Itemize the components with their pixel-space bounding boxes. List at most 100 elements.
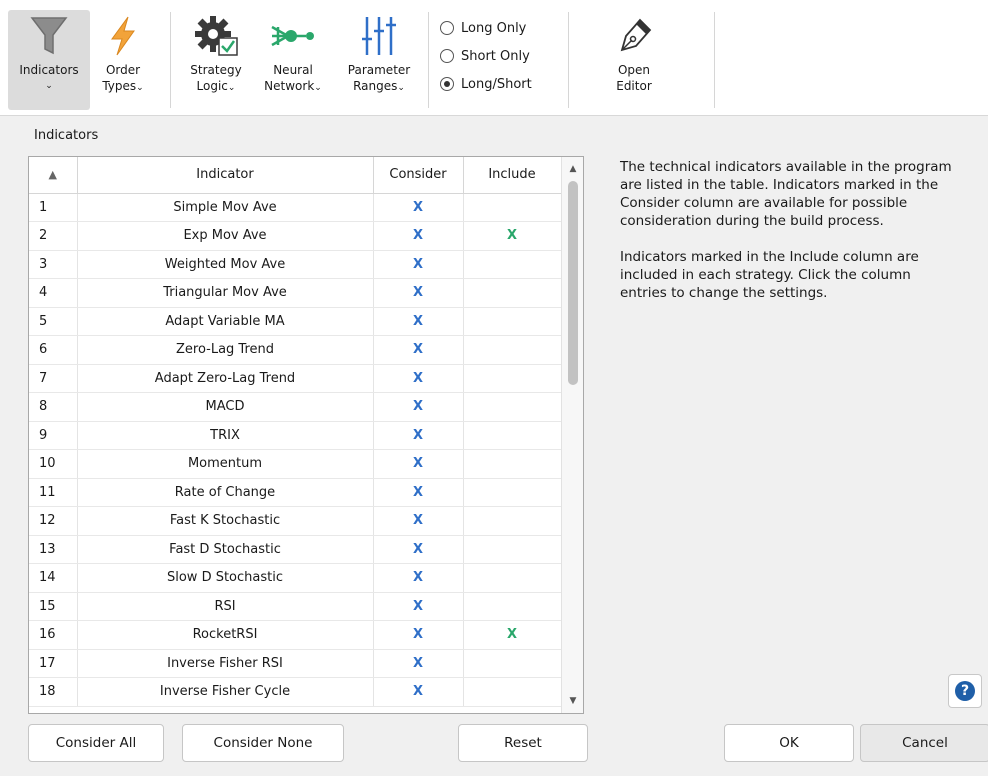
row-consider-cell[interactable]: X — [373, 335, 464, 365]
order-types-label-2: Types — [102, 79, 137, 93]
table-row[interactable]: 18 Inverse Fisher Cycle X — [29, 677, 562, 707]
scroll-down-arrow-icon[interactable]: ▼ — [562, 691, 583, 711]
row-consider-cell[interactable]: X — [373, 307, 464, 336]
row-include-cell[interactable] — [463, 278, 562, 308]
row-number: 2 — [29, 221, 78, 251]
row-include-cell[interactable] — [463, 307, 562, 336]
row-consider-cell[interactable]: X — [373, 221, 464, 251]
row-number: 17 — [29, 649, 78, 678]
table-row[interactable]: 10 Momentum X — [29, 449, 562, 479]
table-row[interactable]: 5 Adapt Variable MA X — [29, 307, 562, 336]
row-consider-cell[interactable]: X — [373, 364, 464, 393]
row-number: 5 — [29, 307, 78, 336]
radio-long-only[interactable]: Long Only — [440, 14, 532, 42]
row-include-cell[interactable] — [463, 250, 562, 279]
row-include-cell[interactable] — [463, 506, 562, 536]
radio-circle-icon[interactable] — [440, 49, 454, 63]
table-row[interactable]: 6 Zero-Lag Trend X — [29, 335, 562, 365]
table-row[interactable]: 1 Simple Mov Ave X — [29, 193, 562, 222]
radio-circle-icon[interactable] — [440, 21, 454, 35]
radio-short-only[interactable]: Short Only — [440, 42, 532, 70]
row-include-cell[interactable] — [463, 364, 562, 393]
sort-ascending-icon: ▲ — [48, 168, 57, 182]
consider-none-button[interactable]: Consider None — [182, 724, 344, 762]
row-consider-cell[interactable]: X — [373, 449, 464, 479]
table-header-row: ▲ Indicator Consider Include — [29, 157, 562, 194]
row-consider-cell[interactable]: X — [373, 535, 464, 564]
strategy-logic-button[interactable]: Strategy Logic⌄ — [180, 10, 252, 110]
open-editor-label-2: Editor — [616, 79, 652, 93]
table-row[interactable]: 13 Fast D Stochastic X — [29, 535, 562, 564]
row-consider-cell[interactable]: X — [373, 392, 464, 422]
table-row[interactable]: 4 Triangular Mov Ave X — [29, 278, 562, 308]
open-editor-label-1: Open — [617, 63, 651, 77]
row-include-cell[interactable] — [463, 563, 562, 593]
column-header-consider[interactable]: Consider — [373, 157, 464, 194]
cancel-button[interactable]: Cancel — [860, 724, 988, 762]
row-include-cell[interactable]: X — [463, 221, 562, 251]
row-number: 18 — [29, 677, 78, 707]
row-include-cell[interactable] — [463, 592, 562, 621]
radio-long-short[interactable]: Long/Short — [440, 70, 532, 98]
table-row[interactable]: 11 Rate of Change X — [29, 478, 562, 507]
row-consider-cell[interactable]: X — [373, 592, 464, 621]
table-row[interactable]: 2 Exp Mov Ave X X — [29, 221, 562, 251]
open-editor-button[interactable]: Open Editor — [596, 10, 672, 110]
chevron-down-icon: ⌄ — [314, 83, 322, 93]
table-row[interactable]: 14 Slow D Stochastic X — [29, 563, 562, 593]
row-number: 6 — [29, 335, 78, 365]
row-include-cell[interactable] — [463, 649, 562, 678]
radio-short-only-label: Short Only — [461, 48, 530, 64]
row-consider-cell[interactable]: X — [373, 620, 464, 650]
row-include-cell[interactable] — [463, 677, 562, 707]
radio-selected-icon[interactable] — [440, 77, 454, 91]
column-header-include[interactable]: Include — [463, 157, 562, 194]
row-consider-cell[interactable]: X — [373, 250, 464, 279]
parameter-ranges-button[interactable]: Parameter Ranges⌄ — [336, 10, 422, 110]
row-include-cell[interactable] — [463, 392, 562, 422]
table-row[interactable]: 17 Inverse Fisher RSI X — [29, 649, 562, 678]
row-include-cell[interactable] — [463, 478, 562, 507]
order-types-button[interactable]: Order Types⌄ — [92, 10, 154, 110]
row-consider-cell[interactable]: X — [373, 421, 464, 450]
row-consider-cell[interactable]: X — [373, 506, 464, 536]
row-indicator-name: Fast K Stochastic — [77, 506, 374, 536]
scrollbar-thumb[interactable] — [568, 181, 578, 385]
reset-button[interactable]: Reset — [458, 724, 588, 762]
parameter-ranges-label-1: Parameter — [347, 63, 411, 77]
row-include-cell[interactable] — [463, 421, 562, 450]
table-row[interactable]: 9 TRIX X — [29, 421, 562, 450]
table-row[interactable]: 8 MACD X — [29, 392, 562, 422]
gear-check-icon — [180, 10, 252, 62]
row-consider-cell[interactable]: X — [373, 649, 464, 678]
help-button[interactable]: ? — [948, 674, 982, 708]
row-include-cell[interactable] — [463, 449, 562, 479]
table-row[interactable]: 12 Fast K Stochastic X — [29, 506, 562, 536]
row-consider-cell[interactable]: X — [373, 677, 464, 707]
row-include-cell[interactable] — [463, 335, 562, 365]
neural-network-button[interactable]: Neural Network⌄ — [254, 10, 332, 110]
table-row[interactable]: 7 Adapt Zero-Lag Trend X — [29, 364, 562, 393]
consider-all-button[interactable]: Consider All — [28, 724, 164, 762]
description-paragraph-1: The technical indicators available in th… — [620, 159, 952, 229]
ok-button[interactable]: OK — [724, 724, 854, 762]
row-include-cell[interactable] — [463, 535, 562, 564]
column-header-indicator[interactable]: Indicator — [77, 157, 374, 194]
row-indicator-name: Rate of Change — [77, 478, 374, 507]
table-row[interactable]: 3 Weighted Mov Ave X — [29, 250, 562, 279]
row-consider-cell[interactable]: X — [373, 478, 464, 507]
indicators-button[interactable]: Indicators ⌄ — [8, 10, 90, 110]
scroll-up-arrow-icon[interactable]: ▲ — [562, 159, 583, 179]
column-header-number[interactable]: ▲ — [29, 157, 78, 194]
table-row[interactable]: 15 RSI X — [29, 592, 562, 621]
indicators-table: ▲ Indicator Consider Include 1 Simple Mov… — [28, 156, 584, 714]
ribbon-divider — [714, 12, 715, 108]
vertical-scrollbar[interactable]: ▲ ▼ — [561, 157, 583, 713]
row-include-cell[interactable] — [463, 193, 562, 222]
row-consider-cell[interactable]: X — [373, 278, 464, 308]
row-include-cell[interactable]: X — [463, 620, 562, 650]
row-consider-cell[interactable]: X — [373, 563, 464, 593]
row-consider-cell[interactable]: X — [373, 193, 464, 222]
table-row[interactable]: 16 RocketRSI X X — [29, 620, 562, 650]
radio-long-short-label: Long/Short — [461, 76, 532, 92]
